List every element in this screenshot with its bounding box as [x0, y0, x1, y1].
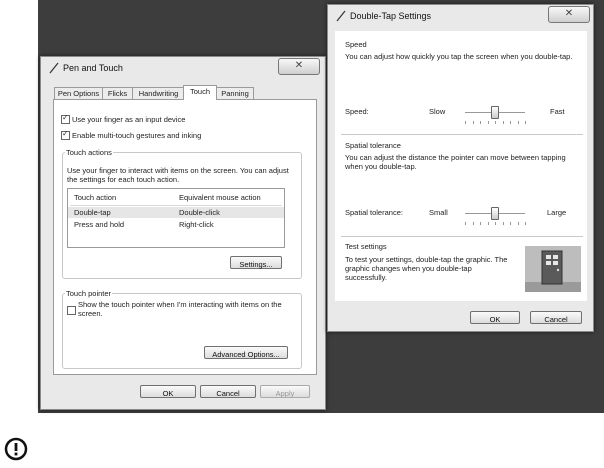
slider-tick — [465, 121, 466, 124]
tolerance-description: You can adjust the distance the pointer … — [345, 153, 566, 171]
slider-tick — [525, 121, 526, 124]
row-mouse-action: Double-click — [179, 208, 220, 217]
row-touch-action: Double-tap — [74, 208, 111, 217]
use-finger-label: Use your finger as an input device — [72, 115, 186, 124]
multi-touch-checkbox[interactable] — [61, 129, 70, 140]
slider-tick — [502, 121, 504, 124]
tab-flicks[interactable]: Flicks — [102, 87, 133, 99]
speed-title: Speed — [345, 40, 367, 49]
warning-icon — [4, 437, 28, 461]
slider-tick — [472, 222, 474, 225]
slider-tick — [465, 222, 466, 225]
tolerance-min-label: Small — [429, 208, 448, 217]
slider-tick — [502, 222, 504, 225]
row-touch-action: Press and hold — [74, 220, 125, 229]
tolerance-max-label: Large — [547, 208, 567, 217]
test-door-graphic[interactable] — [525, 246, 581, 292]
speed-slider-thumb[interactable] — [491, 106, 499, 119]
slider-tick — [510, 222, 511, 225]
cancel-button[interactable]: Cancel — [200, 385, 256, 398]
header-divider — [70, 205, 282, 206]
settings-button[interactable]: Settings... — [230, 256, 282, 269]
table-row[interactable]: Double-tap Double-click — [68, 207, 284, 218]
slider-tick — [510, 121, 511, 124]
tolerance-label: Spatial tolerance: — [345, 208, 403, 217]
speed-description: You can adjust how quickly you tap the s… — [345, 52, 573, 61]
tolerance-slider-thumb[interactable] — [491, 207, 499, 220]
ok-button[interactable]: OK — [470, 311, 520, 324]
touch-actions-description: Use your finger to interact with items o… — [67, 166, 289, 184]
row-mouse-action: Right-click — [179, 220, 214, 229]
tab-touch[interactable]: Touch — [183, 85, 217, 100]
slider-tick — [525, 222, 526, 225]
speed-slider-ticks — [465, 121, 526, 124]
cancel-button[interactable]: Cancel — [530, 311, 582, 324]
tab-panning[interactable]: Panning — [216, 87, 254, 99]
speed-max-label: Fast — [550, 107, 565, 116]
test-settings-description: To test your settings, double-tap the gr… — [345, 255, 508, 282]
multi-touch-label: Enable multi-touch gestures and inking — [72, 131, 202, 140]
tolerance-slider-ticks — [465, 222, 526, 225]
section-divider — [341, 134, 583, 135]
use-finger-checkbox[interactable] — [61, 113, 70, 124]
header-mouse-action[interactable]: Equivalent mouse action — [179, 193, 261, 202]
close-button[interactable]: ✕ — [548, 6, 590, 23]
tab-pen-options[interactable]: Pen Options — [54, 87, 103, 99]
close-button[interactable]: ✕ — [278, 58, 320, 75]
slider-tick — [480, 121, 481, 124]
show-pointer-checkbox[interactable] — [67, 306, 76, 315]
pen-touch-titlebar[interactable]: Pen and Touch ✕ — [41, 57, 325, 81]
double-tap-titlebar[interactable]: Double-Tap Settings ✕ — [328, 5, 593, 29]
ok-button[interactable]: OK — [140, 385, 196, 398]
tab-handwriting[interactable]: Handwriting — [132, 87, 185, 99]
section-divider — [341, 236, 583, 237]
slider-tick — [495, 222, 496, 225]
speed-min-label: Slow — [429, 107, 446, 116]
touch-pointer-title: Touch pointer — [65, 289, 113, 298]
touch-actions-title: Touch actions — [65, 148, 113, 157]
tolerance-title: Spatial tolerance — [345, 141, 401, 150]
slider-tick — [480, 222, 481, 225]
pen-touch-title: Pen and Touch — [63, 63, 123, 73]
touch-actions-table: Touch action Equivalent mouse action Dou… — [67, 188, 285, 248]
double-tap-title: Double-Tap Settings — [350, 11, 432, 21]
header-touch-action[interactable]: Touch action — [74, 193, 116, 202]
close-icon: ✕ — [564, 8, 574, 19]
slider-tick — [487, 222, 489, 225]
pen-icon — [49, 62, 59, 74]
apply-button[interactable]: Apply — [260, 385, 310, 398]
advanced-options-button[interactable]: Advanced Options... — [204, 346, 288, 359]
test-settings-title: Test settings — [345, 242, 387, 251]
speed-label: Speed: — [345, 107, 369, 116]
slider-tick — [517, 121, 519, 124]
show-pointer-label: Show the touch pointer when I'm interact… — [78, 300, 282, 318]
close-icon: ✕ — [294, 60, 304, 71]
slider-tick — [495, 121, 496, 124]
pen-icon — [336, 10, 346, 22]
slider-tick — [472, 121, 474, 124]
table-row[interactable]: Press and hold Right-click — [68, 219, 284, 230]
slider-tick — [487, 121, 489, 124]
slider-tick — [517, 222, 519, 225]
